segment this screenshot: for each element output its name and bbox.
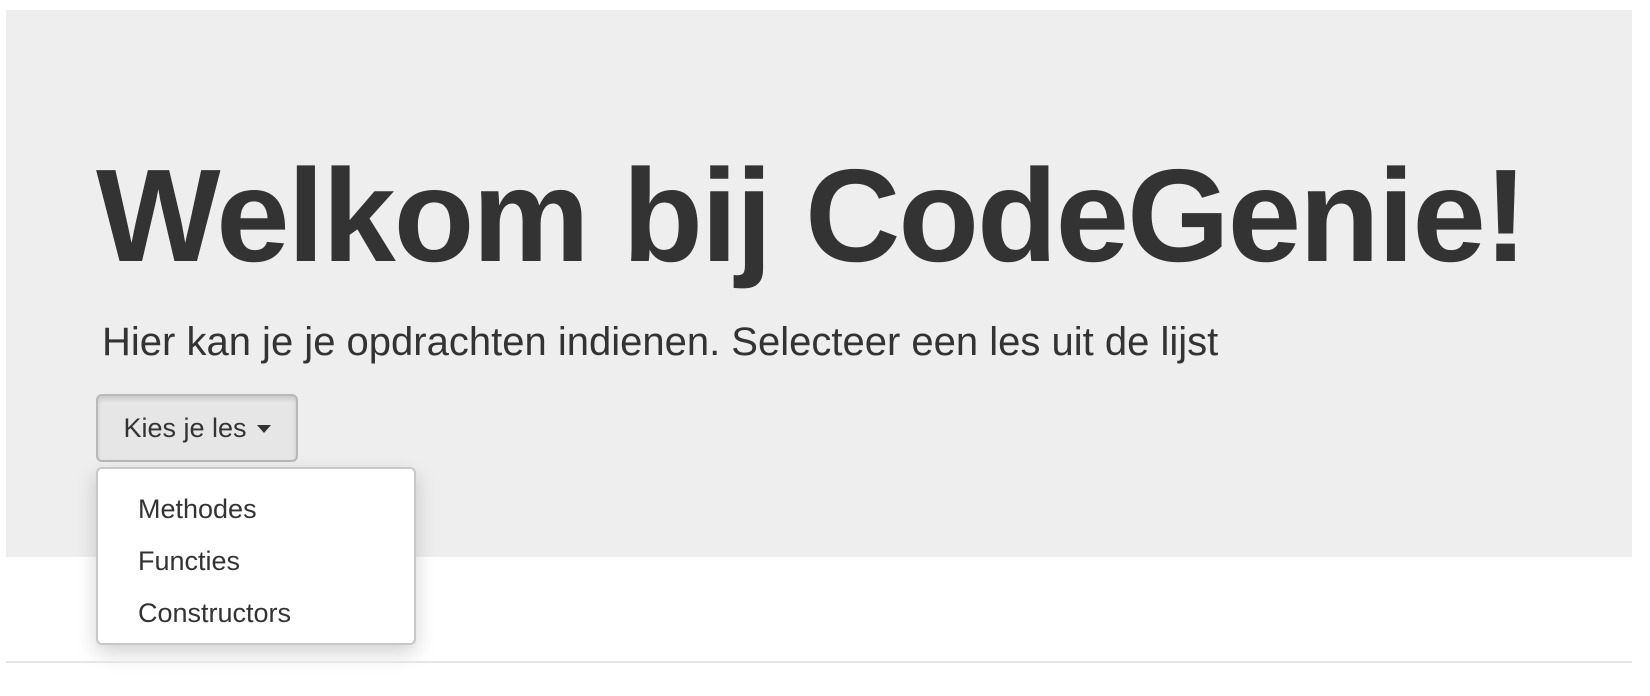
dropdown-toggle-label: Kies je les: [123, 412, 247, 443]
choose-lesson-dropdown-button[interactable]: Kies je les: [96, 394, 298, 462]
lead-text: Hier kan je je opdrachten indienen. Sele…: [102, 320, 1219, 364]
dropdown-item-methodes[interactable]: Methodes: [98, 483, 414, 535]
footer-divider: [6, 661, 1632, 663]
page: Welkom bij CodeGenie! Hier kan je je opd…: [0, 0, 1650, 696]
lesson-dropdown-menu: Methodes Functies Constructors: [96, 467, 416, 645]
caret-down-icon: [256, 425, 271, 433]
page-title: Welkom bij CodeGenie!: [96, 142, 1528, 289]
dropdown-item-functies[interactable]: Functies: [98, 535, 414, 587]
dropdown-item-constructors[interactable]: Constructors: [98, 587, 414, 639]
